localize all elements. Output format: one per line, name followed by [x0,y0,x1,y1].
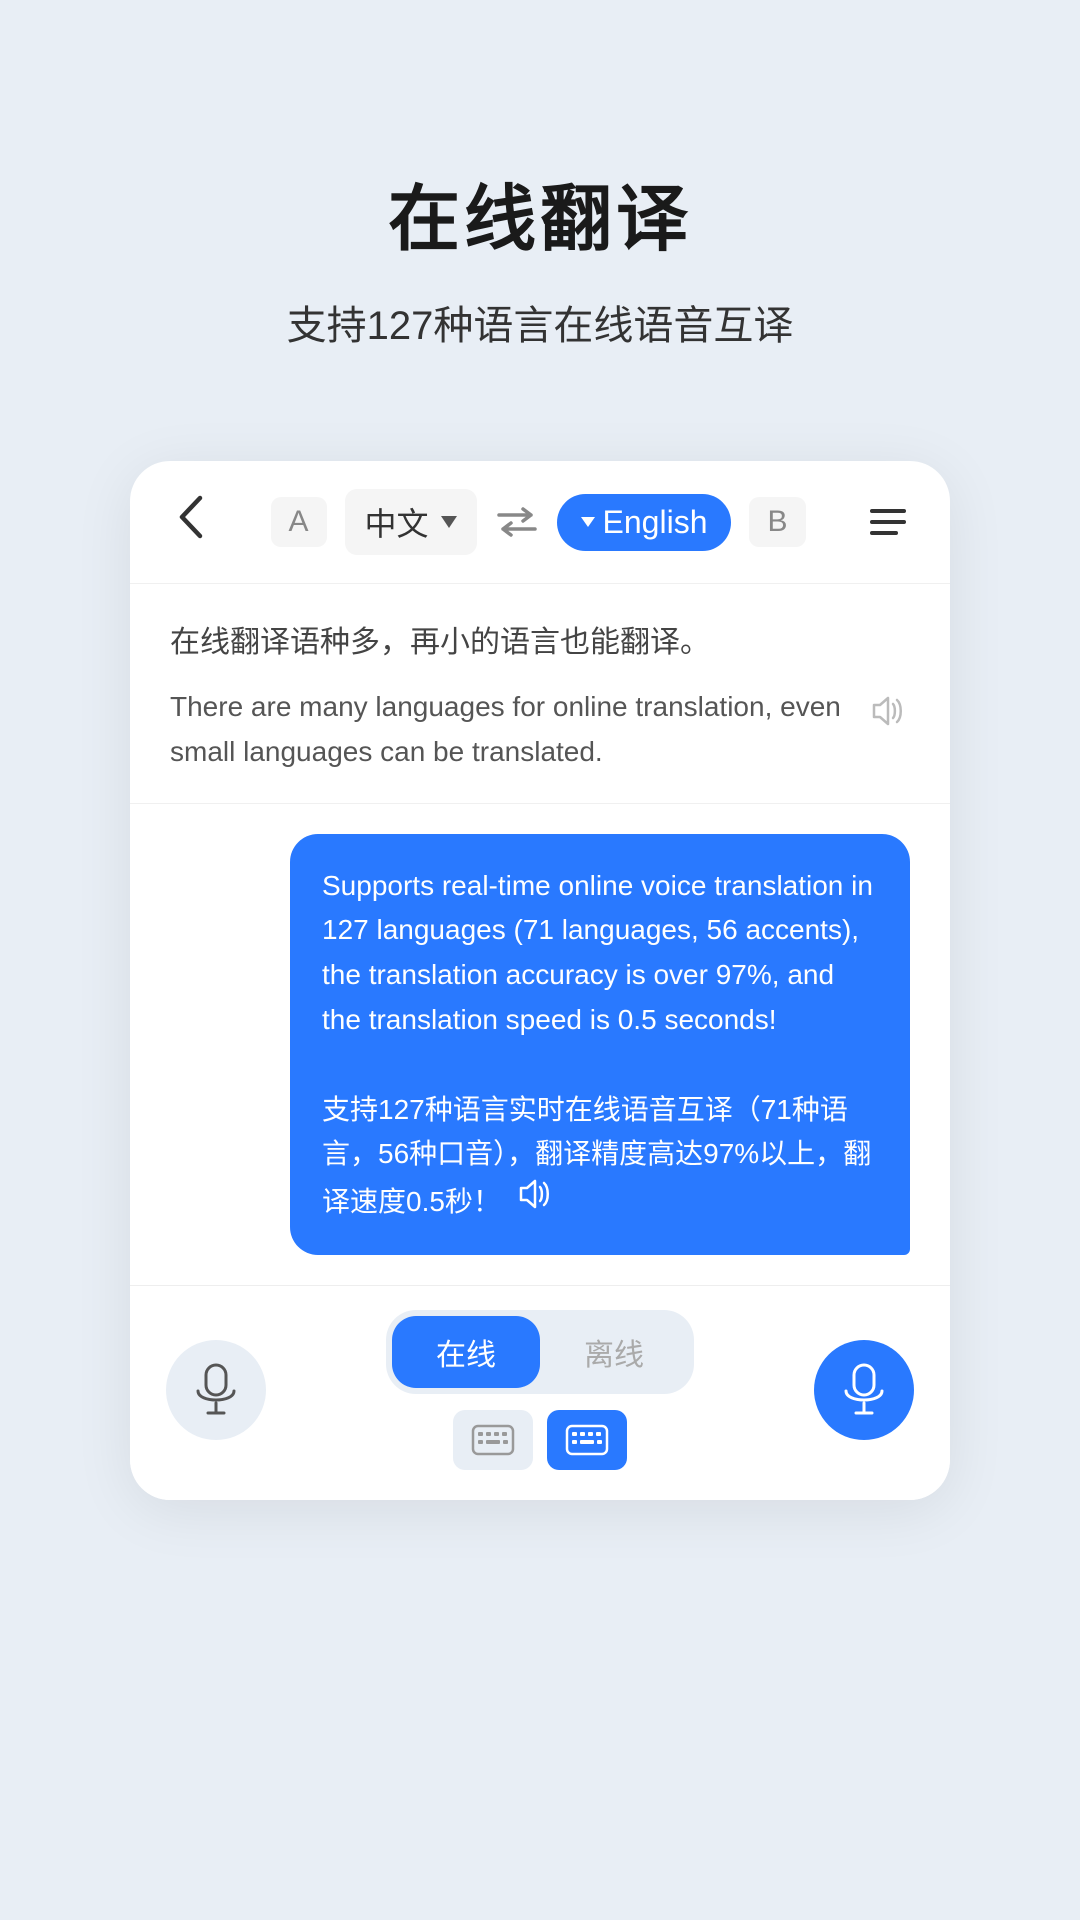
translation-panel: 在线翻译语种多，再小的语言也能翻译。 There are many langua… [130,584,950,804]
right-mic-button[interactable] [814,1340,914,1440]
menu-button[interactable] [862,501,914,543]
source-text: 在线翻译语种多，再小的语言也能翻译。 [170,620,910,665]
offline-mode-button[interactable]: 离线 [540,1316,688,1388]
menu-icon [870,520,906,524]
language-section: A 中文 English B [234,489,842,555]
header-section: 在线翻译 支持127种语言在线语音互译 [0,0,1080,431]
swap-languages-button[interactable] [495,505,539,539]
bubble-english-text: Supports real-time online voice translat… [322,870,873,1035]
bubble-chinese-text: 支持127种语言实时在线语音互译（71种语言，56种口音），翻译精度高达97%以… [322,1094,871,1218]
online-mode-button[interactable]: 在线 [392,1316,540,1388]
page-subtitle: 支持127种语言在线语音互译 [287,293,794,351]
source-language-selector[interactable]: 中文 [345,489,477,555]
keyboard-gray-button[interactable] [453,1410,533,1470]
page-title: 在线翻译 [388,160,692,265]
volume-white-icon[interactable] [517,1177,553,1211]
app-card: A 中文 English B 在线翻译语种多， [130,461,950,1500]
top-bar: A 中文 English B [130,461,950,584]
menu-icon [870,531,898,535]
chat-bubble: Supports real-time online voice translat… [290,834,910,1255]
translated-text: There are many languages for online tran… [170,685,850,775]
keyboard-blue-button[interactable] [547,1410,627,1470]
label-b: B [749,497,805,547]
keyboard-area [453,1410,627,1470]
menu-icon [870,509,906,513]
bottom-bar: 在线 离线 [130,1285,950,1500]
chat-area: Supports real-time online voice translat… [130,804,950,1285]
left-mic-button[interactable] [166,1340,266,1440]
target-language-selector[interactable]: English [557,494,732,551]
chevron-down-icon [441,516,457,528]
volume-icon[interactable] [866,689,910,733]
translated-row: There are many languages for online tran… [170,685,910,775]
label-a: A [271,497,327,547]
mode-toggle: 在线 离线 [386,1310,694,1394]
chevron-down-icon [581,517,595,527]
back-button[interactable] [166,490,214,554]
center-controls: 在线 离线 [386,1310,694,1470]
